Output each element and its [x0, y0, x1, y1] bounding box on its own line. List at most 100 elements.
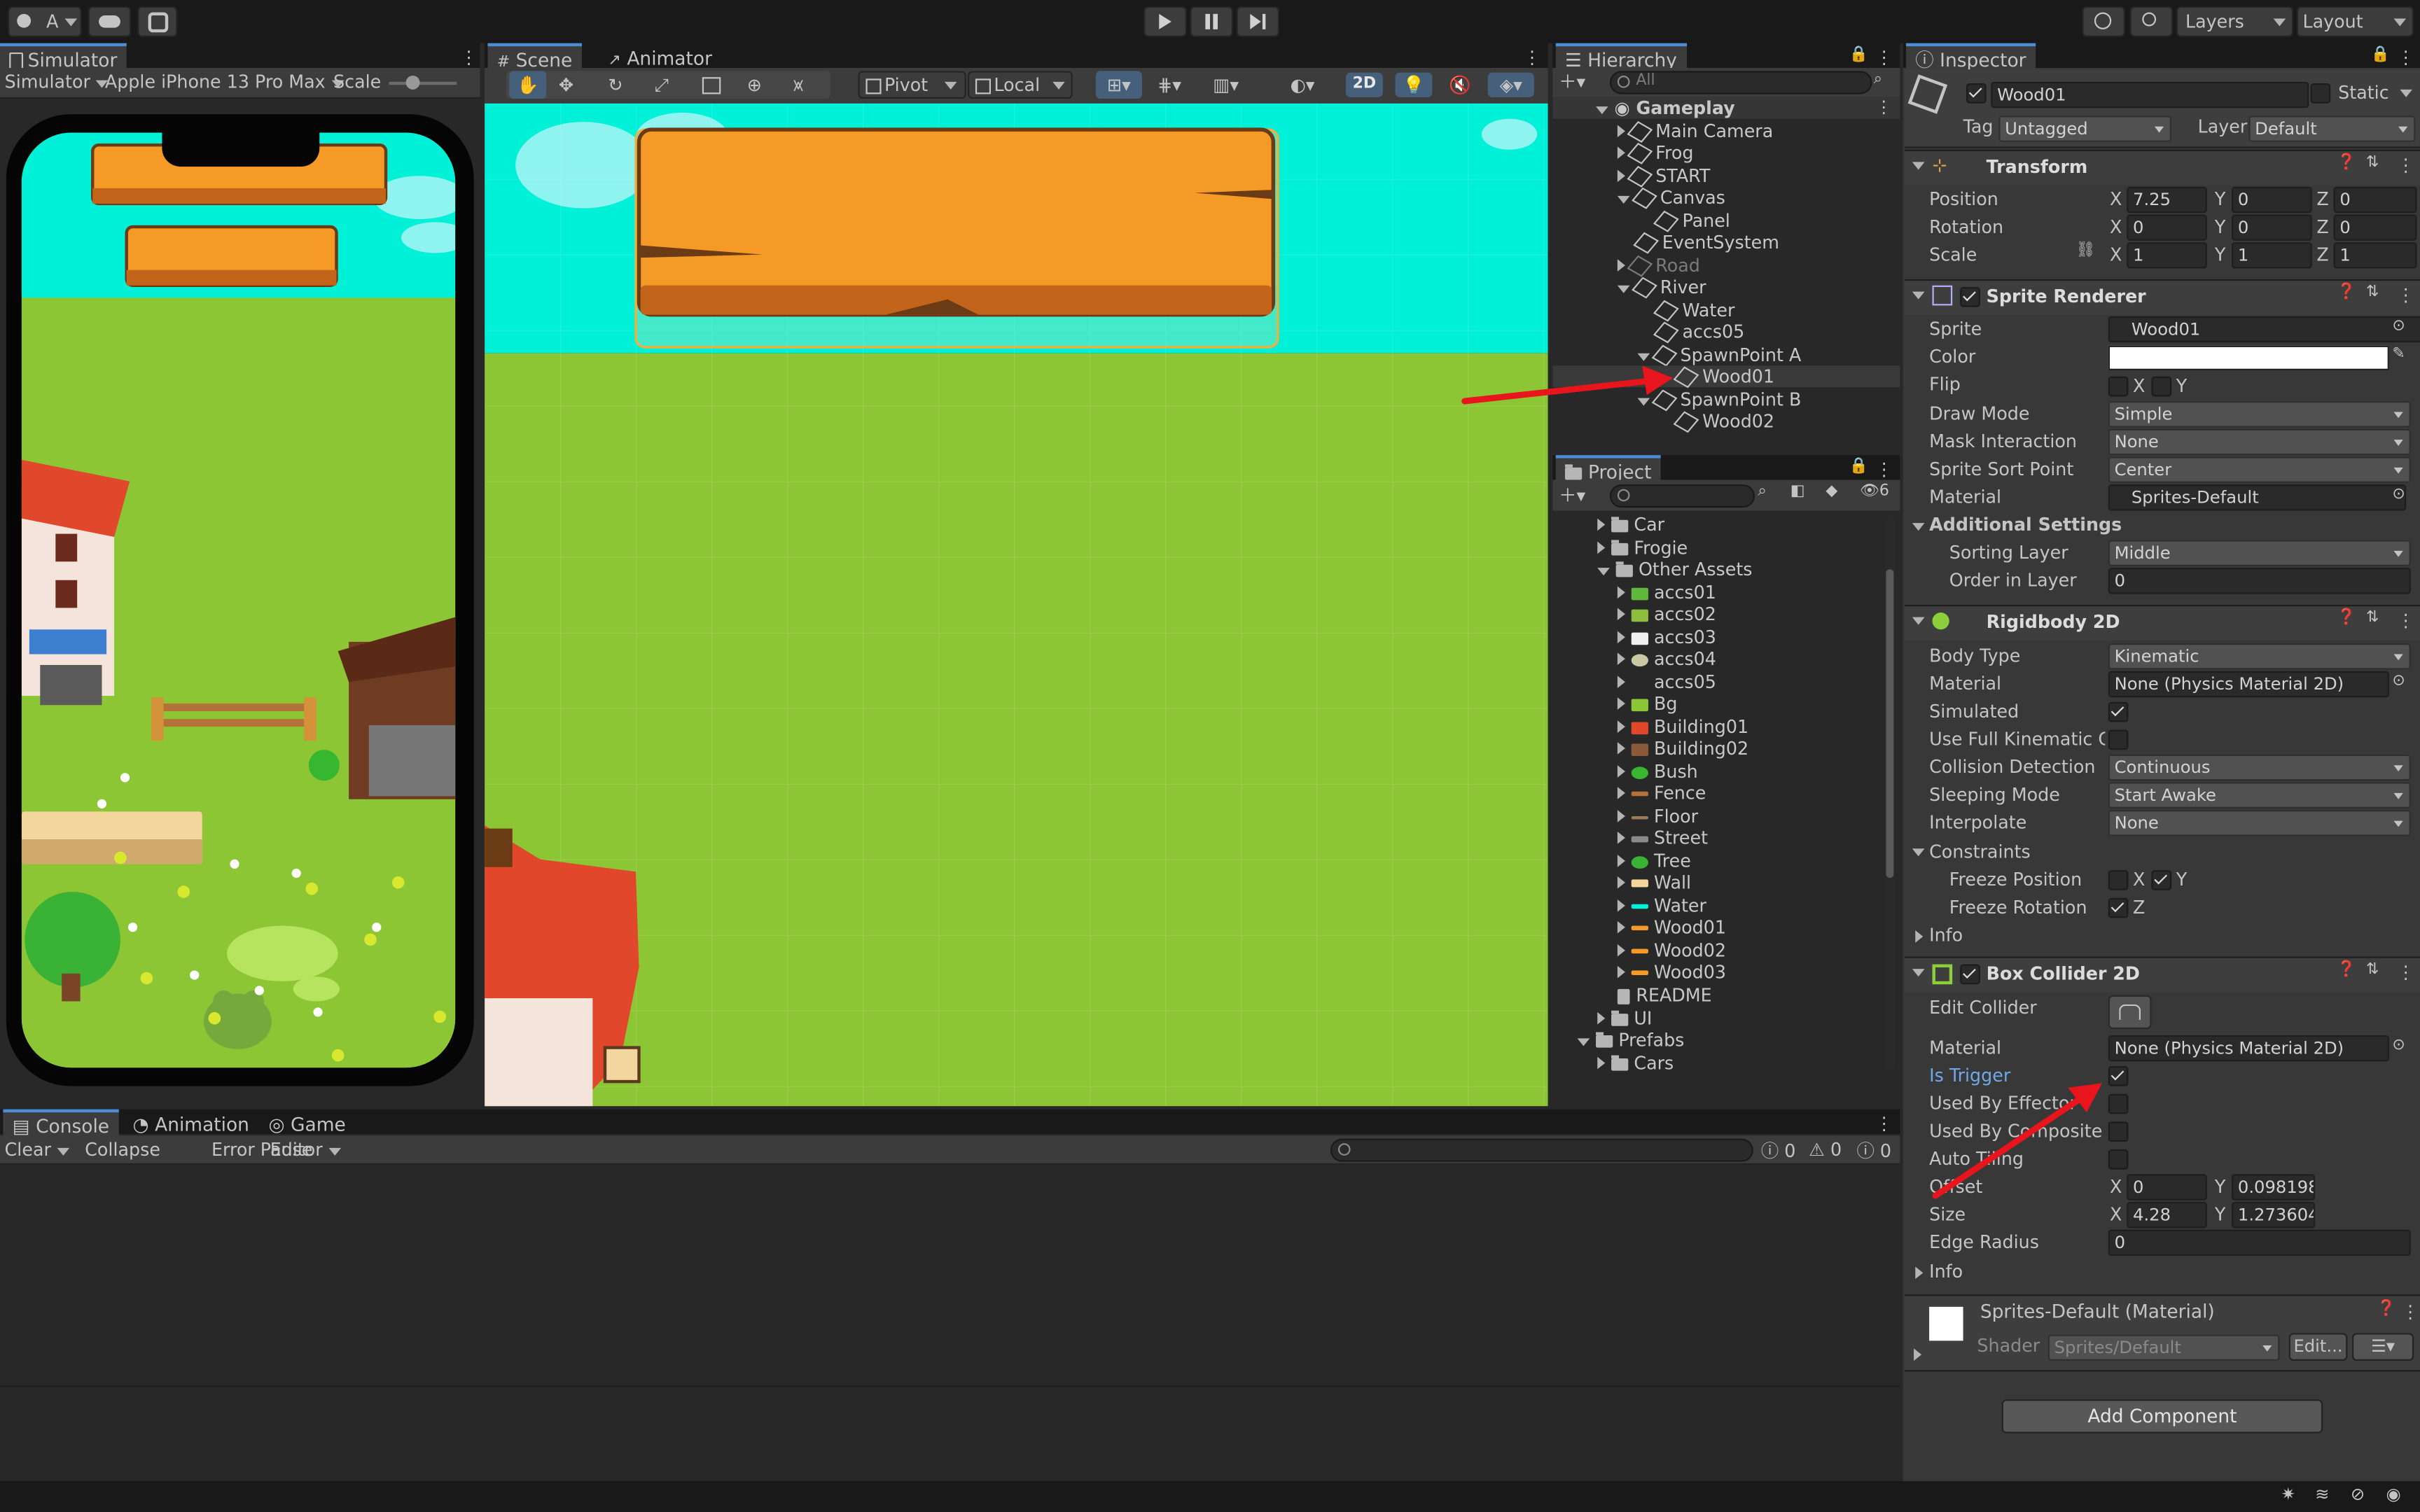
active-checkbox[interactable] — [1966, 83, 1987, 104]
mode-2d-button[interactable]: 2D — [1345, 72, 1383, 97]
filter-label-icon[interactable]: ◆ — [1826, 483, 1837, 500]
expand-arrow-icon[interactable] — [1617, 608, 1625, 621]
size-y-field[interactable]: 1.273604 — [2232, 1201, 2316, 1228]
hierarchy-item-accs05[interactable]: accs05 — [1653, 321, 1744, 344]
settings-icon[interactable]: ◉ — [2386, 1484, 2401, 1504]
panel-menu-icon[interactable]: ⋮ — [1875, 97, 1892, 118]
sorting-layer-dropdown[interactable]: Middle — [2108, 540, 2411, 566]
expand-arrow-icon[interactable] — [1617, 944, 1625, 957]
project-item-wood02[interactable]: Wood02 — [1617, 939, 1726, 961]
clear-button[interactable]: Clear — [5, 1139, 69, 1160]
lock-icon[interactable]: 🔒 — [1849, 458, 1868, 475]
hierarchy-item-wood02[interactable]: Wood02 — [1673, 410, 1774, 433]
expand-arrow-icon[interactable] — [1617, 899, 1625, 912]
edge-radius-field[interactable]: 0 — [2108, 1229, 2411, 1256]
cache-icon[interactable]: ⊘ — [2351, 1484, 2365, 1504]
expand-arrow-icon[interactable] — [1617, 259, 1625, 272]
mask-interaction-dropdown[interactable]: None — [2108, 428, 2411, 456]
help-icon[interactable]: ❓ — [2337, 284, 2356, 301]
position-y-field[interactable]: 0 — [2232, 186, 2312, 214]
help-icon[interactable]: ❓ — [2377, 1301, 2395, 1317]
increment-snap-icon[interactable]: ⋕▾ — [1157, 71, 1181, 99]
expand-arrow-icon[interactable] — [1617, 920, 1625, 934]
scale-label[interactable]: Scale — [1929, 244, 1977, 265]
shader-edit-button[interactable]: Edit... — [2288, 1333, 2348, 1361]
layers-dropdown[interactable]: Layers — [2176, 6, 2294, 37]
expand-arrow-icon[interactable] — [1597, 1056, 1606, 1070]
hierarchy-item-frog[interactable]: Frog — [1617, 142, 1693, 164]
filter-type-icon[interactable]: ◧ — [1790, 483, 1805, 500]
expand-arrow-icon[interactable] — [1617, 787, 1625, 799]
rotation-label[interactable]: Rotation — [1929, 216, 2003, 238]
hierarchy-item-water[interactable]: Water — [1653, 300, 1734, 322]
scale-x-field[interactable]: 1 — [2127, 242, 2207, 269]
expand-arrow-icon[interactable] — [1617, 876, 1625, 889]
expand-arrow-icon[interactable] — [1637, 353, 1650, 361]
static-checkbox[interactable] — [2310, 83, 2331, 104]
component-menu-icon[interactable]: ⋮ — [2397, 961, 2414, 983]
add-component-button[interactable]: Add Component — [2001, 1399, 2323, 1434]
custom-tool-icon[interactable]: ⩙ — [793, 71, 803, 99]
panel-menu-icon[interactable]: ⋮ — [1875, 1112, 1893, 1134]
project-item-readme[interactable]: README — [1617, 984, 1712, 1006]
expand-arrow-icon[interactable] — [1617, 697, 1625, 710]
project-item-wood01[interactable]: Wood01 — [1617, 916, 1726, 938]
panel-menu-icon[interactable]: ⋮ — [460, 46, 478, 68]
project-item-cars[interactable]: Cars — [1597, 1052, 1674, 1074]
expand-arrow-icon[interactable] — [1617, 832, 1625, 844]
project-item-street[interactable]: Street — [1617, 827, 1708, 848]
rotation-x-field[interactable]: 0 — [2127, 214, 2207, 241]
position-label[interactable]: Position — [1929, 188, 1998, 210]
presets-icon[interactable]: ⇅ — [2366, 284, 2379, 301]
project-item-floor[interactable]: Floor — [1617, 806, 1698, 827]
help-icon[interactable]: ❓ — [2337, 961, 2356, 978]
cloud-button[interactable] — [88, 6, 132, 37]
eyedropper-icon[interactable]: ✎ — [2392, 346, 2405, 363]
expand-arrow-icon[interactable] — [1596, 106, 1608, 115]
phone-screen[interactable] — [21, 132, 456, 1068]
scale-z-field[interactable]: 1 — [2333, 242, 2417, 269]
object-picker-icon[interactable]: ⊙ — [2392, 1037, 2405, 1054]
editor-target-dropdown[interactable]: Editor — [270, 1139, 341, 1160]
error-count-toggle[interactable]: ⓘ 0 — [1857, 1139, 1892, 1163]
shader-options-button[interactable]: ☰▾ — [2352, 1333, 2414, 1361]
rotation-y-field[interactable]: 0 — [2232, 214, 2312, 241]
project-item-prefabs[interactable]: Prefabs — [1577, 1029, 1684, 1051]
collapse-arrow-icon[interactable] — [1912, 523, 1925, 531]
additional-settings-label[interactable]: Additional Settings — [1929, 514, 2122, 536]
draw-mode-icon[interactable]: ◐▾ — [1291, 71, 1315, 99]
scale-slider[interactable] — [389, 75, 457, 90]
project-item-water[interactable]: Water — [1617, 895, 1706, 916]
project-item-tree[interactable]: Tree — [1617, 850, 1691, 872]
expand-arrow-icon[interactable] — [1597, 518, 1606, 531]
project-item-building01[interactable]: Building01 — [1617, 716, 1748, 738]
collapse-arrow-icon[interactable] — [1912, 848, 1925, 857]
project-item-building02[interactable]: Building02 — [1617, 738, 1748, 759]
project-scrollbar[interactable] — [1884, 517, 1896, 1070]
flip-y-checkbox[interactable] — [2151, 376, 2172, 397]
flip-x-checkbox[interactable] — [2108, 376, 2129, 397]
freeze-rotation-z-checkbox[interactable] — [2108, 897, 2129, 918]
collapse-arrow-icon[interactable] — [1912, 617, 1925, 625]
hand-tool-icon[interactable]: ✋ — [509, 71, 547, 99]
expand-arrow-icon[interactable] — [1915, 930, 1924, 943]
expand-arrow-icon[interactable] — [1617, 285, 1630, 293]
project-scrollbar-thumb[interactable] — [1886, 569, 1894, 878]
shader-dropdown[interactable]: Sprites/Default — [2047, 1334, 2280, 1361]
collision-detection-dropdown[interactable]: Continuous — [2108, 754, 2411, 781]
expand-arrow-icon[interactable] — [1617, 195, 1630, 204]
rect-tool-icon[interactable] — [702, 77, 721, 94]
is-trigger-checkbox[interactable] — [2108, 1066, 2129, 1086]
bc-info-label[interactable]: Info — [1929, 1261, 1963, 1282]
project-item-car[interactable]: Car — [1597, 514, 1664, 536]
bc-material-field[interactable]: None (Physics Material 2D) — [2108, 1035, 2389, 1062]
static-dropdown-icon[interactable] — [2400, 89, 2412, 97]
gameobject-name-field[interactable]: Wood01 — [1991, 81, 2309, 108]
project-item-bg[interactable]: Bg — [1617, 693, 1678, 714]
rotate-tool-icon[interactable]: ↻ — [608, 71, 623, 99]
expand-arrow-icon[interactable] — [1914, 1348, 1922, 1361]
step-button[interactable] — [1236, 6, 1280, 37]
hierarchy-item-river[interactable]: River — [1617, 276, 1706, 299]
expand-arrow-icon[interactable] — [1617, 765, 1625, 778]
object-picker-icon[interactable]: ⊙ — [2392, 673, 2405, 690]
